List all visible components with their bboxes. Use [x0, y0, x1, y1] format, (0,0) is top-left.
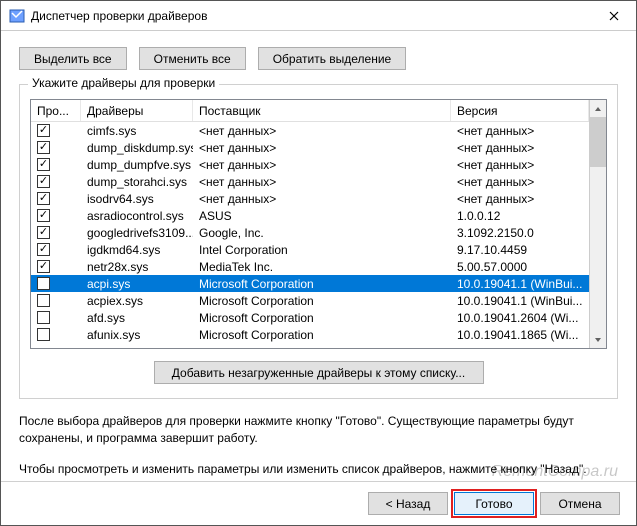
table-row[interactable]: asradiocontrol.sysASUS1.0.0.12 — [31, 207, 589, 224]
cell-driver: afd.sys — [81, 309, 193, 326]
column-header-driver[interactable]: Драйверы — [81, 100, 193, 121]
cell-version: <нет данных> — [451, 156, 589, 173]
cell-driver: acpi.sys — [81, 275, 193, 292]
cell-vendor: <нет данных> — [193, 173, 451, 190]
cell-version: <нет данных> — [451, 173, 589, 190]
cell-vendor: <нет данных> — [193, 190, 451, 207]
table-row[interactable]: afd.sysMicrosoft Corporation10.0.19041.2… — [31, 309, 589, 326]
row-checkbox[interactable] — [37, 158, 50, 171]
row-checkbox[interactable] — [37, 209, 50, 222]
cell-vendor: Microsoft Corporation — [193, 326, 451, 343]
cell-driver: asradiocontrol.sys — [81, 207, 193, 224]
cell-version: 5.00.57.0000 — [451, 258, 589, 275]
cell-version: <нет данных> — [451, 122, 589, 139]
cell-driver: cimfs.sys — [81, 122, 193, 139]
cell-version: 10.0.19041.2604 (Wi... — [451, 309, 589, 326]
invert-selection-button[interactable]: Обратить выделение — [258, 47, 407, 70]
row-checkbox[interactable] — [37, 311, 50, 324]
table-row[interactable]: googledrivefs3109...Google, Inc.3.1092.2… — [31, 224, 589, 241]
add-unloaded-drivers-button[interactable]: Добавить незагруженные драйверы к этому … — [154, 361, 484, 384]
top-button-bar: Выделить все Отменить все Обратить выдел… — [19, 47, 618, 70]
wizard-footer: < Назад Готово Отмена — [1, 481, 636, 525]
cell-version: 10.0.19041.1 (WinBui... — [451, 275, 589, 292]
back-button[interactable]: < Назад — [368, 492, 448, 515]
row-checkbox[interactable] — [37, 192, 50, 205]
row-checkbox[interactable] — [37, 260, 50, 273]
drivers-table: Про... Драйверы Поставщик Версия cimfs.s… — [30, 99, 607, 349]
row-checkbox[interactable] — [37, 141, 50, 154]
scroll-up-arrow[interactable] — [590, 100, 606, 117]
cell-version: 10.0.19041.1865 (Wi... — [451, 326, 589, 343]
table-row[interactable]: netr28x.sysMediaTek Inc.5.00.57.0000 — [31, 258, 589, 275]
close-button[interactable] — [591, 1, 636, 31]
cell-version: 1.0.0.12 — [451, 207, 589, 224]
cell-version: <нет данных> — [451, 139, 589, 156]
info-text-2: Чтобы просмотреть и изменить параметры и… — [19, 461, 618, 478]
scroll-thumb[interactable] — [590, 117, 606, 167]
cell-driver: acpiex.sys — [81, 292, 193, 309]
scroll-track[interactable] — [590, 117, 606, 331]
row-checkbox[interactable] — [37, 243, 50, 256]
deselect-all-button[interactable]: Отменить все — [139, 47, 246, 70]
titlebar: Диспетчер проверки драйверов — [1, 1, 636, 31]
cell-driver: dump_diskdump.sys — [81, 139, 193, 156]
cell-vendor: Intel Corporation — [193, 241, 451, 258]
row-checkbox[interactable] — [37, 328, 50, 341]
cell-vendor: <нет данных> — [193, 122, 451, 139]
cell-driver: googledrivefs3109... — [81, 224, 193, 241]
table-row[interactable]: cimfs.sys<нет данных><нет данных> — [31, 122, 589, 139]
cell-driver: igdkmd64.sys — [81, 241, 193, 258]
info-text-1: После выбора драйверов для проверки нажм… — [19, 413, 618, 447]
table-row[interactable]: dump_diskdump.sys<нет данных><нет данных… — [31, 139, 589, 156]
cell-vendor: <нет данных> — [193, 156, 451, 173]
content-area: Выделить все Отменить все Обратить выдел… — [1, 31, 636, 487]
table-row[interactable]: acpi.sysMicrosoft Corporation10.0.19041.… — [31, 275, 589, 292]
cell-version: <нет данных> — [451, 190, 589, 207]
row-checkbox[interactable] — [37, 124, 50, 137]
cell-driver: netr28x.sys — [81, 258, 193, 275]
vertical-scrollbar[interactable] — [589, 100, 606, 348]
column-header-checked[interactable]: Про... — [31, 100, 81, 121]
cell-vendor: <нет данных> — [193, 139, 451, 156]
cell-driver: isodrv64.sys — [81, 190, 193, 207]
group-label: Укажите драйверы для проверки — [28, 76, 219, 90]
cell-vendor: Microsoft Corporation — [193, 292, 451, 309]
cell-vendor: Microsoft Corporation — [193, 309, 451, 326]
cell-version: 9.17.10.4459 — [451, 241, 589, 258]
cell-vendor: ASUS — [193, 207, 451, 224]
table-row[interactable]: afunix.sysMicrosoft Corporation10.0.1904… — [31, 326, 589, 343]
cell-version: 10.0.19041.1 (WinBui... — [451, 292, 589, 309]
table-row[interactable]: dump_storahci.sys<нет данных><нет данных… — [31, 173, 589, 190]
cell-driver: dump_dumpfve.sys — [81, 156, 193, 173]
row-checkbox[interactable] — [37, 294, 50, 307]
cell-version: 3.1092.2150.0 — [451, 224, 589, 241]
cell-driver: afunix.sys — [81, 326, 193, 343]
row-checkbox[interactable] — [37, 277, 50, 290]
cell-driver: dump_storahci.sys — [81, 173, 193, 190]
finish-button[interactable]: Готово — [454, 492, 534, 515]
column-header-version[interactable]: Версия — [451, 100, 589, 121]
table-header: Про... Драйверы Поставщик Версия — [31, 100, 589, 122]
table-row[interactable]: igdkmd64.sysIntel Corporation9.17.10.445… — [31, 241, 589, 258]
app-icon — [9, 8, 25, 24]
cell-vendor: Google, Inc. — [193, 224, 451, 241]
row-checkbox[interactable] — [37, 226, 50, 239]
select-all-button[interactable]: Выделить все — [19, 47, 127, 70]
cancel-button[interactable]: Отмена — [540, 492, 620, 515]
column-header-vendor[interactable]: Поставщик — [193, 100, 451, 121]
table-row[interactable]: dump_dumpfve.sys<нет данных><нет данных> — [31, 156, 589, 173]
table-row[interactable]: acpiex.sysMicrosoft Corporation10.0.1904… — [31, 292, 589, 309]
cell-vendor: MediaTek Inc. — [193, 258, 451, 275]
cell-vendor: Microsoft Corporation — [193, 275, 451, 292]
window-title: Диспетчер проверки драйверов — [31, 9, 591, 23]
table-row[interactable]: isodrv64.sys<нет данных><нет данных> — [31, 190, 589, 207]
drivers-group: Укажите драйверы для проверки Про... Дра… — [19, 84, 618, 399]
scroll-down-arrow[interactable] — [590, 331, 606, 348]
row-checkbox[interactable] — [37, 175, 50, 188]
